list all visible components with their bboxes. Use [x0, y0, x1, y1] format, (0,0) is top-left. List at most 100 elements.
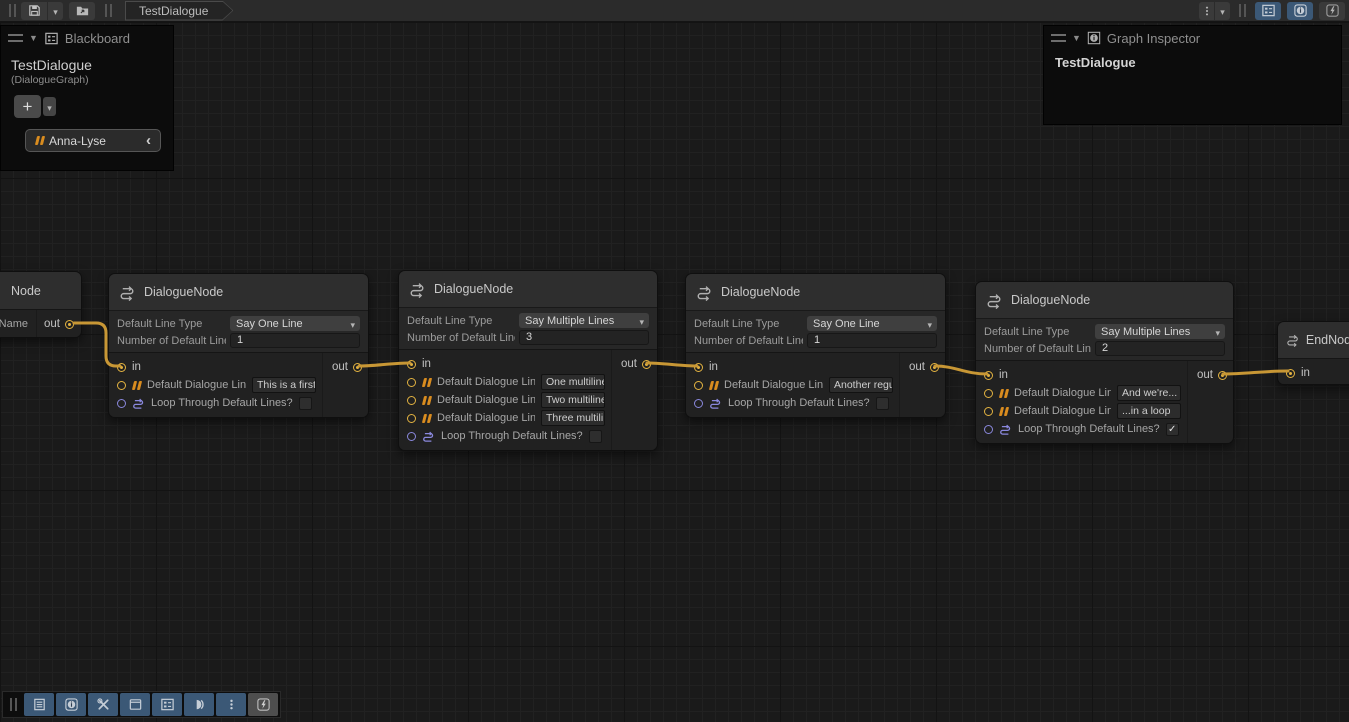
node-title-bar[interactable]: DialogueNode [976, 282, 1233, 318]
property-name: Anna-Lyse [49, 134, 106, 148]
open-asset-button[interactable] [69, 2, 95, 20]
dialogue-line-port[interactable] [984, 389, 993, 398]
inspector-button[interactable] [56, 693, 86, 716]
dialogue-line-port[interactable] [117, 381, 126, 390]
save-options-button[interactable] [48, 2, 63, 20]
graph-inspector-header[interactable]: ▼ Graph Inspector [1044, 26, 1341, 50]
drag-handle-icon[interactable] [1051, 34, 1066, 42]
blackboard-button[interactable] [152, 693, 182, 716]
dialogue-line-port[interactable] [407, 378, 416, 387]
loop-checkbox[interactable]: ✓ [1166, 423, 1179, 436]
loop-port[interactable] [407, 432, 416, 441]
loop-checkbox[interactable] [876, 397, 889, 410]
minimap-button[interactable] [184, 693, 214, 716]
loop-port[interactable] [984, 425, 993, 434]
tools-button[interactable] [88, 693, 118, 716]
dialogue-node-3[interactable]: DialogueNode Default Line Type Say One L… [685, 273, 946, 418]
node-title: Node [11, 284, 41, 298]
loop-checkbox[interactable] [589, 430, 602, 443]
dropdown-caret-icon [1215, 323, 1220, 341]
node-title-bar[interactable]: DialogueNode [399, 271, 657, 307]
line-type-dropdown[interactable]: Say Multiple Lines [519, 313, 649, 328]
out-port[interactable] [930, 363, 939, 372]
dialogue-node-1[interactable]: DialogueNode Default Line Type Say One L… [108, 273, 369, 418]
bottom-toolbar [2, 691, 281, 718]
in-port[interactable] [407, 360, 416, 369]
preview-toggle-button[interactable] [1319, 2, 1345, 20]
line-type-dropdown[interactable]: Say One Line [807, 316, 937, 331]
collapse-triangle-icon[interactable]: ▼ [29, 33, 38, 43]
graph-canvas[interactable]: ▼ Blackboard TestDialogue (DialogueGraph… [0, 22, 1349, 722]
toolbar-grip-icon[interactable] [10, 698, 17, 711]
console-button[interactable] [24, 693, 54, 716]
num-lines-field[interactable]: 1 [230, 333, 360, 348]
add-property-button[interactable]: + [14, 95, 41, 118]
dialogue-line-field[interactable]: One multiline [541, 374, 605, 390]
options-caret-icon [1220, 2, 1225, 20]
graph-inspector-toggle-button[interactable] [1287, 2, 1313, 20]
in-port[interactable] [1286, 369, 1295, 378]
dropdown-caret-icon [927, 315, 932, 333]
dialogue-node-icon [409, 281, 426, 298]
toolbar-grip-icon[interactable] [105, 4, 112, 17]
options-menu-button[interactable] [1199, 2, 1214, 20]
dialogue-line-port[interactable] [694, 381, 703, 390]
dialogue-line-field[interactable]: Three multili [541, 410, 605, 426]
loop-port[interactable] [117, 399, 126, 408]
num-lines-field[interactable]: 3 [519, 330, 649, 345]
blackboard-toggle-button[interactable] [1255, 2, 1281, 20]
loop-icon [422, 430, 435, 443]
save-button[interactable] [21, 2, 47, 20]
in-port[interactable] [984, 371, 993, 380]
in-port[interactable] [117, 363, 126, 372]
dialogue-line-field[interactable]: Two multiline [541, 392, 605, 408]
loop-checkbox[interactable] [299, 397, 312, 410]
dialogue-node-4[interactable]: DialogueNode Default Line Type Say Multi… [975, 281, 1234, 444]
node-title-bar[interactable]: EndNode [1278, 322, 1349, 358]
toolbar-grip-icon[interactable] [1239, 4, 1246, 17]
node-title-bar[interactable]: DialogueNode [109, 274, 368, 310]
graph-tab[interactable]: TestDialogue [125, 1, 233, 21]
options-caret-button[interactable] [1215, 2, 1230, 20]
line-type-dropdown[interactable]: Say One Line [230, 316, 360, 331]
blackboard-graph-name: TestDialogue [11, 57, 163, 73]
collapse-triangle-icon[interactable]: ▼ [1072, 33, 1081, 43]
dialogue-line-port[interactable] [407, 414, 416, 423]
add-property-options-button[interactable] [43, 97, 56, 116]
blackboard-panel[interactable]: ▼ Blackboard TestDialogue (DialogueGraph… [0, 25, 174, 171]
dialogue-node-2[interactable]: DialogueNode Default Line Type Say Multi… [398, 270, 658, 451]
dialogue-line-field[interactable]: This is a first [252, 377, 316, 393]
num-lines-field[interactable]: 2 [1095, 341, 1225, 356]
toolbar-grip-icon[interactable] [9, 4, 16, 17]
loop-icon [999, 423, 1012, 436]
dialogue-node-icon [696, 284, 713, 301]
node-title-bar[interactable]: DialogueNode [686, 274, 945, 310]
preview-button[interactable] [248, 693, 278, 716]
in-port[interactable] [694, 363, 703, 372]
num-lines-field[interactable]: 1 [807, 333, 937, 348]
quote-icon [422, 378, 427, 387]
out-port[interactable] [642, 360, 651, 369]
out-port[interactable] [65, 320, 74, 329]
out-port[interactable] [353, 363, 362, 372]
node-title-bar[interactable]: Node [0, 272, 81, 309]
end-node-icon [1286, 332, 1300, 348]
blackboard-property-anna-lyse[interactable]: Anna-Lyse ‹ [25, 129, 161, 152]
minimap-icon [192, 697, 207, 712]
more-options-button[interactable] [216, 693, 246, 716]
window-button[interactable] [120, 693, 150, 716]
dialogue-line-field[interactable]: And we're... [1117, 385, 1181, 401]
loop-port[interactable] [694, 399, 703, 408]
dialogue-line-port[interactable] [407, 396, 416, 405]
graph-inspector-panel[interactable]: ▼ Graph Inspector TestDialogue [1043, 25, 1342, 125]
dialogue-line-field[interactable]: Another regu [829, 377, 893, 393]
dialogue-line-field[interactable]: ...in a loop [1117, 403, 1181, 419]
blackboard-header[interactable]: ▼ Blackboard [1, 26, 173, 50]
drag-handle-icon[interactable] [8, 34, 23, 42]
out-port[interactable] [1218, 371, 1227, 380]
end-node[interactable]: EndNode in [1277, 321, 1349, 385]
dialogue-line-port[interactable] [984, 407, 993, 416]
property-collapse-chevron-icon[interactable]: ‹ [146, 133, 151, 148]
start-node[interactable]: Node kerName out [0, 271, 82, 338]
line-type-dropdown[interactable]: Say Multiple Lines [1095, 324, 1225, 339]
